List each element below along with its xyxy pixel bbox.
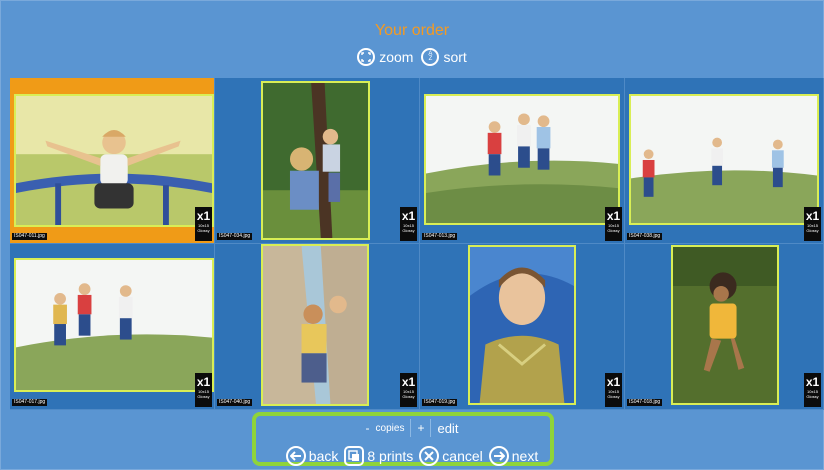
photo-filename: IS047-018.jpg <box>627 399 663 406</box>
photo-thumbnail[interactable] <box>629 94 819 225</box>
copies-badge: x1 10x15 Glossy <box>605 373 622 407</box>
photo-thumbnail[interactable] <box>424 94 620 225</box>
copies-badge: x1 10x15 Glossy <box>400 373 417 407</box>
copies-count: x1 <box>805 375 820 389</box>
photo-thumbnail[interactable] <box>14 94 214 227</box>
photo-tile[interactable]: IS047-017.jpg x1 10x15 Glossy <box>10 244 215 410</box>
photo-tile[interactable]: IS047-040.jpg x1 10x15 Glossy <box>215 244 420 410</box>
prints-icon <box>344 446 365 466</box>
photo-filename: IS047-017.jpg <box>12 399 48 406</box>
copies-count: x1 <box>805 209 820 223</box>
photo-filename: IS047-034.jpg <box>217 233 253 240</box>
print-size: 10x15 Glossy <box>197 389 210 399</box>
photo-tile[interactable]: IS047-019.jpg x1 10x15 Glossy <box>420 244 625 410</box>
footer-bar: - copies + edit back 8 prints cancel nex… <box>0 410 824 470</box>
photo-thumbnail[interactable] <box>261 81 370 240</box>
print-size: 10x15 Glossy <box>402 389 415 399</box>
sort-button[interactable]: A Z sort <box>421 48 467 66</box>
print-size: 10x15 Glossy <box>806 223 819 233</box>
divider <box>410 419 412 437</box>
cancel-label: cancel <box>442 448 483 464</box>
copies-label: copies <box>375 422 405 434</box>
arrow-right-icon <box>488 446 509 466</box>
edit-button[interactable]: edit <box>437 421 458 436</box>
photo-tile[interactable]: IS047-038.jpg x1 10x15 Glossy <box>625 78 824 244</box>
decrease-copies-button[interactable]: - <box>366 421 370 435</box>
zoom-icon <box>357 48 376 66</box>
photo-tile[interactable]: IS047-011.jpg x1 10x15 Glossy <box>10 78 215 244</box>
cancel-button[interactable]: cancel <box>419 446 483 466</box>
copies-badge: x1 10x15 Glossy <box>195 207 212 241</box>
copies-count: x1 <box>401 375 416 389</box>
print-size: 10x15 Glossy <box>806 389 819 399</box>
copies-controls: - copies + edit <box>0 419 824 437</box>
sort-glyph: A Z <box>428 50 433 62</box>
zoom-label: zoom <box>379 49 414 65</box>
photo-thumbnail[interactable] <box>468 245 576 405</box>
sort-label: sort <box>443 49 467 65</box>
prints-count: 8 prints <box>367 448 414 464</box>
photo-filename: IS047-040.jpg <box>217 399 253 406</box>
page-title: Your order <box>374 22 450 39</box>
nav-controls: back 8 prints cancel next <box>0 446 824 466</box>
photo-filename: IS047-019.jpg <box>422 399 458 406</box>
toolbar: zoom A Z sort <box>0 48 824 66</box>
next-label: next <box>511 448 539 464</box>
print-size: 10x15 Glossy <box>607 223 620 233</box>
back-label: back <box>308 448 339 464</box>
photo-tile[interactable]: IS047-018.jpg x1 10x15 Glossy <box>625 244 824 410</box>
increase-copies-button[interactable]: + <box>417 421 424 435</box>
photo-tile[interactable]: IS047-013.jpg x1 10x15 Glossy <box>420 78 625 244</box>
photo-thumbnail[interactable] <box>14 258 214 392</box>
back-button[interactable]: back <box>285 446 339 466</box>
photo-thumbnail[interactable] <box>671 245 779 405</box>
copies-badge: x1 10x15 Glossy <box>804 207 821 241</box>
copies-badge: x1 10x15 Glossy <box>605 207 622 241</box>
zoom-button[interactable]: zoom <box>357 48 413 66</box>
photo-thumbnail[interactable] <box>261 244 369 406</box>
copies-count: x1 <box>606 375 621 389</box>
prints-button[interactable]: 8 prints <box>344 446 413 466</box>
header: Your order zoom A Z sort <box>0 0 824 78</box>
photo-filename: IS047-013.jpg <box>422 233 458 240</box>
copies-count: x1 <box>401 209 416 223</box>
print-size: 10x15 Glossy <box>607 389 620 399</box>
photo-grid: IS047-011.jpg x1 10x15 Glossy IS047-034.… <box>10 78 824 410</box>
sort-icon: A Z <box>421 48 440 66</box>
copies-count: x1 <box>196 209 211 223</box>
copies-count: x1 <box>196 375 211 389</box>
photo-filename: IS047-038.jpg <box>627 233 663 240</box>
photo-tile[interactable]: IS047-034.jpg x1 10x15 Glossy <box>215 78 420 244</box>
print-size: 10x15 Glossy <box>197 223 210 233</box>
copies-badge: x1 10x15 Glossy <box>195 373 212 407</box>
arrow-left-icon <box>285 446 306 466</box>
copies-count: x1 <box>606 209 621 223</box>
next-button[interactable]: next <box>488 446 539 466</box>
close-icon <box>419 446 440 466</box>
print-size: 10x15 Glossy <box>402 223 415 233</box>
copies-badge: x1 10x15 Glossy <box>804 373 821 407</box>
copies-badge: x1 10x15 Glossy <box>400 207 417 241</box>
divider <box>430 419 432 437</box>
photo-filename: IS047-011.jpg <box>12 233 47 240</box>
